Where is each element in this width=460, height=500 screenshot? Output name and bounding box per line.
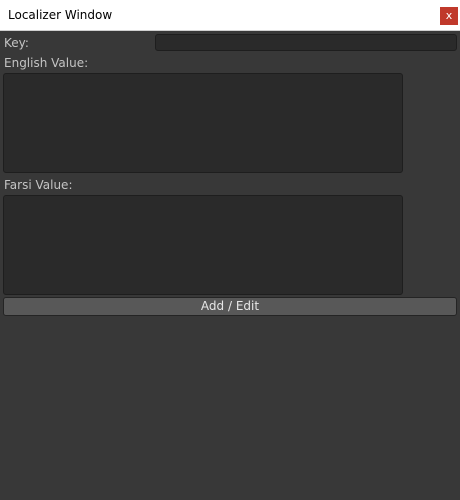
english-value-label: English Value: — [4, 56, 89, 70]
english-value-textarea[interactable] — [3, 73, 403, 173]
window-titlebar: Localizer Window x — [0, 0, 460, 31]
add-edit-button[interactable]: Add / Edit — [3, 297, 457, 316]
farsi-value-textarea[interactable] — [3, 195, 403, 295]
farsi-value-label: Farsi Value: — [4, 178, 73, 192]
key-label: Key: — [4, 36, 29, 50]
window-title: Localizer Window — [8, 8, 113, 22]
key-input[interactable] — [155, 34, 457, 51]
localizer-panel: Key: English Value: Farsi Value: Add / E… — [0, 31, 460, 500]
close-icon: x — [445, 9, 453, 22]
close-button[interactable]: x — [440, 7, 458, 25]
